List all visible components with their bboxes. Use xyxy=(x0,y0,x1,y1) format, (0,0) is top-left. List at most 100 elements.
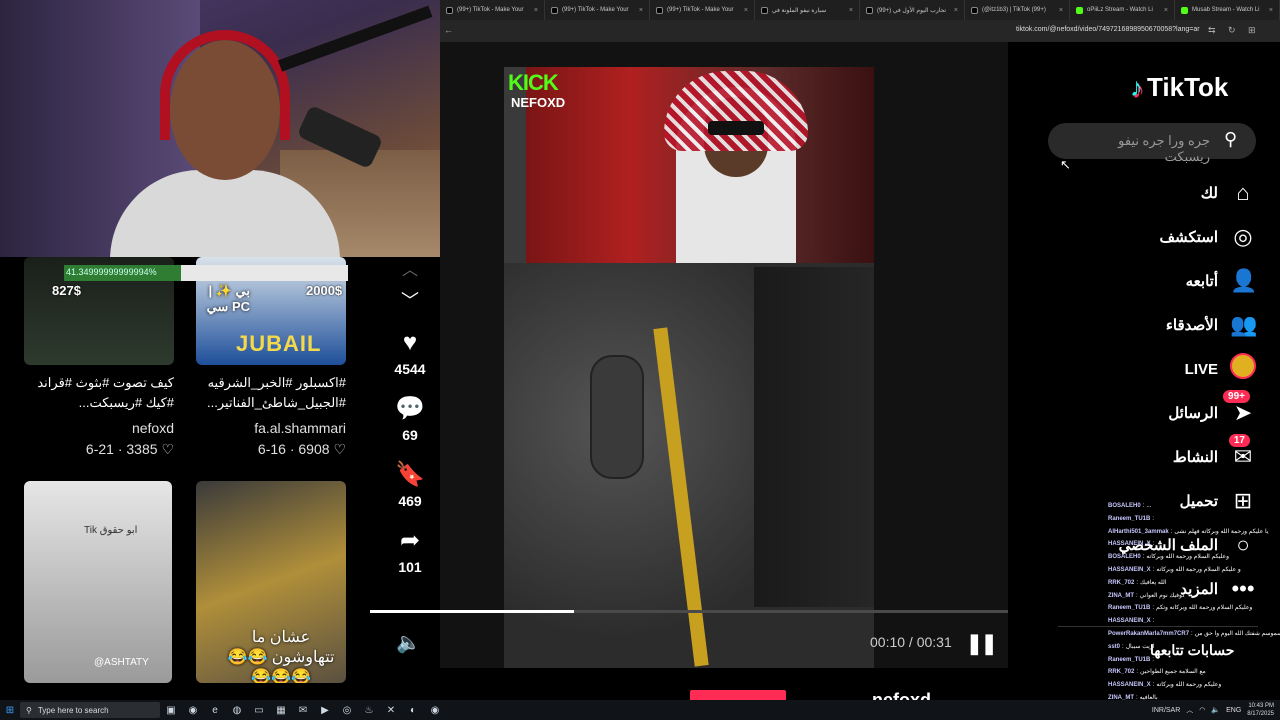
taskbar-search-input[interactable]: ⚲ Type here to search xyxy=(20,702,160,718)
kick-username: NEFOXD xyxy=(511,95,566,110)
tiktok-favicon-icon xyxy=(656,6,663,14)
chat-message: AlHarthi501_3ammak: يا عليكم ورحمة الله و… xyxy=(1108,526,1280,539)
sidebar-item-live[interactable]: LIVE xyxy=(1100,353,1256,384)
video-thumbnail[interactable]: Tik ابو حقوق @ASHTATY xyxy=(24,481,172,683)
video-thumbnail[interactable]: عشان ما تتهاوشون 😂😂😂😂😂 xyxy=(196,481,346,683)
sidebar-item-home[interactable]: لك ⌂ xyxy=(1100,178,1256,208)
chat-username: Raneem_TU1B xyxy=(1108,656,1151,663)
comment-icon: 💬 xyxy=(395,395,425,422)
search-placeholder: جره ورا جره نيفو ريسبكت xyxy=(1118,133,1210,164)
browser-tab[interactable]: (99+) TikTok - Make Your × xyxy=(440,0,545,20)
sidebar-item-label: LIVE xyxy=(1184,360,1218,378)
comment-button[interactable]: 💬 69 xyxy=(370,395,450,443)
video-description[interactable]: #اكسبلور #الخبر_الشرقيه #الجبيل_شاطئ_الف… xyxy=(196,373,346,413)
like-count: 3385 xyxy=(126,441,158,457)
file-explorer-icon[interactable]: ▭ xyxy=(248,705,270,716)
streamer-webcam xyxy=(0,0,440,257)
video-date: 6-21 xyxy=(85,441,114,457)
home-icon: ⌂ xyxy=(1236,180,1250,205)
close-tab-icon[interactable]: × xyxy=(849,7,853,14)
sidebar-item-label: استكشف xyxy=(1159,229,1218,246)
video-player[interactable] xyxy=(504,67,874,668)
clock[interactable]: 10:43 PM 8/17/2025 xyxy=(1247,702,1274,718)
previous-video-button[interactable]: ︿ xyxy=(370,257,450,285)
outlook-icon[interactable]: ✉ xyxy=(292,705,314,716)
video-stats: 6-16 · 6908 ♡ xyxy=(257,441,346,457)
youtube-icon[interactable]: ▶ xyxy=(314,705,336,716)
edge-icon[interactable]: e xyxy=(204,705,226,716)
chat-username: RRK_702 xyxy=(1108,579,1135,586)
tab-sync-icon[interactable]: ⇆ xyxy=(1208,25,1216,36)
task-view-icon[interactable]: ▣ xyxy=(160,705,182,716)
video-description[interactable]: كيف تصوت #بثوث #قراند #كيك #ريسبكت... xyxy=(24,373,174,413)
browser-tab[interactable]: oPiiLz Stream - Watch Li × xyxy=(1070,0,1175,20)
sidebar-item-friends[interactable]: الأصدقاء 👥 xyxy=(1100,310,1258,340)
close-tab-icon[interactable]: × xyxy=(954,7,958,14)
video-date: 6-16 xyxy=(257,441,286,457)
close-tab-icon[interactable]: × xyxy=(1164,7,1168,14)
sidebar-item-activity[interactable]: النشاط ✉ 17 xyxy=(1100,434,1256,472)
close-tab-icon[interactable]: × xyxy=(534,7,538,14)
browser-tab[interactable]: Musab Stream - Watch Li × xyxy=(1175,0,1280,20)
close-tab-icon[interactable]: × xyxy=(639,7,643,14)
sidebar-item-label: النشاط xyxy=(1172,449,1218,466)
chat-text: و عليكم السلام ورحمة الله وبركاته xyxy=(1156,566,1241,573)
sidebar-item-compass[interactable]: استكشف ◎ xyxy=(1100,222,1256,252)
chevron-up-icon[interactable]: ︿ xyxy=(1186,705,1193,715)
close-tab-icon[interactable]: × xyxy=(1059,7,1063,14)
windows-start-icon[interactable]: ⊞ xyxy=(0,700,20,720)
currency-widget[interactable]: INR/SAR xyxy=(1152,707,1180,714)
chat-text: وعليكم السلام ورحمة الله وبركاته xyxy=(1146,554,1230,561)
back-icon[interactable]: ← xyxy=(444,25,453,35)
browser-tab[interactable]: (99+) TikTok - Make Your × xyxy=(650,0,755,20)
kick-logo: KICK xyxy=(508,70,559,95)
url-text[interactable]: tiktok.com/@nefoxd/video/749721689895067… xyxy=(1016,26,1200,33)
compass-icon: ◎ xyxy=(1233,224,1253,249)
chevron-up-icon: ︿ xyxy=(401,262,418,279)
store-icon[interactable]: ▦ xyxy=(270,705,292,716)
address-bar[interactable]: ← tiktok.com/@nefoxd/video/7497216898950… xyxy=(440,20,1280,42)
next-video-button[interactable]: ﹀ xyxy=(370,287,450,315)
like-button[interactable]: ♥ 4544 xyxy=(370,329,450,377)
sidebar-item-following[interactable]: أتابعه 👤 xyxy=(1100,266,1258,296)
close-tab-icon[interactable]: × xyxy=(744,7,748,14)
browser-tab[interactable]: (99+) تجارب اليوم الأول في × xyxy=(860,0,965,20)
share-button[interactable]: ➦ 101 xyxy=(370,527,450,575)
app-icon[interactable]: ◍ xyxy=(226,705,248,716)
input-language[interactable]: ENG xyxy=(1226,707,1241,714)
friends-icon: 👥 xyxy=(1230,312,1258,337)
browser-tab[interactable]: (@itz1b3) | TikTok (99+) × xyxy=(965,0,1070,20)
chrome-icon[interactable]: ◎ xyxy=(336,705,358,716)
following-icon: 👤 xyxy=(1230,268,1258,293)
heart-icon: ♥ xyxy=(402,329,418,356)
video-author[interactable]: nefoxd xyxy=(24,420,174,436)
tiktok-favicon-icon xyxy=(761,6,768,14)
video-time: 00:10 / 00:31 xyxy=(870,634,952,650)
heart-outline-icon: ♡ xyxy=(333,441,346,457)
browser-tab[interactable]: سيارة نيفو الملونة في × xyxy=(755,0,860,20)
sidebar-item-messages[interactable]: الرسائل ➤ 99+ xyxy=(1100,390,1256,428)
browser-tab[interactable]: (99+) TikTok - Make Your × xyxy=(545,0,650,20)
reload-icon[interactable]: ↻ xyxy=(1228,25,1236,36)
app-icon[interactable]: ◐ xyxy=(402,705,424,716)
steam-icon[interactable]: ♨ xyxy=(358,705,380,716)
sidebar-item-label: أتابعه xyxy=(1185,273,1218,290)
close-tab-icon[interactable]: × xyxy=(1269,7,1273,14)
volume-icon[interactable]: 🔈 xyxy=(1211,706,1220,714)
save-button[interactable]: 🔖 469 xyxy=(370,461,450,509)
wifi-icon[interactable]: ◠ xyxy=(1199,706,1205,714)
obs-icon[interactable]: ◉ xyxy=(424,705,446,716)
xbox-icon[interactable]: ✕ xyxy=(380,705,402,716)
copilot-icon[interactable]: ◉ xyxy=(182,705,204,716)
search-icon[interactable]: ⚲ xyxy=(1224,129,1237,150)
tiktok-logo[interactable]: ♪ TikTok xyxy=(1130,72,1228,103)
pause-icon[interactable]: ❚❚ xyxy=(966,631,997,656)
chat-username: sst0 xyxy=(1108,643,1121,650)
goal-progress-bar: 41.34999999999994% xyxy=(64,265,348,281)
messages-icon: ➤ 99+ xyxy=(1223,390,1256,426)
extensions-icon[interactable]: ⊞ xyxy=(1248,25,1256,36)
browser-tab-title: (99+) TikTok - Make Your xyxy=(667,7,734,13)
volume-icon[interactable]: 🔈 xyxy=(396,630,421,655)
video-author[interactable]: fa.al.shammari xyxy=(196,420,346,436)
chat-text: الله يعافيك xyxy=(1140,579,1167,586)
